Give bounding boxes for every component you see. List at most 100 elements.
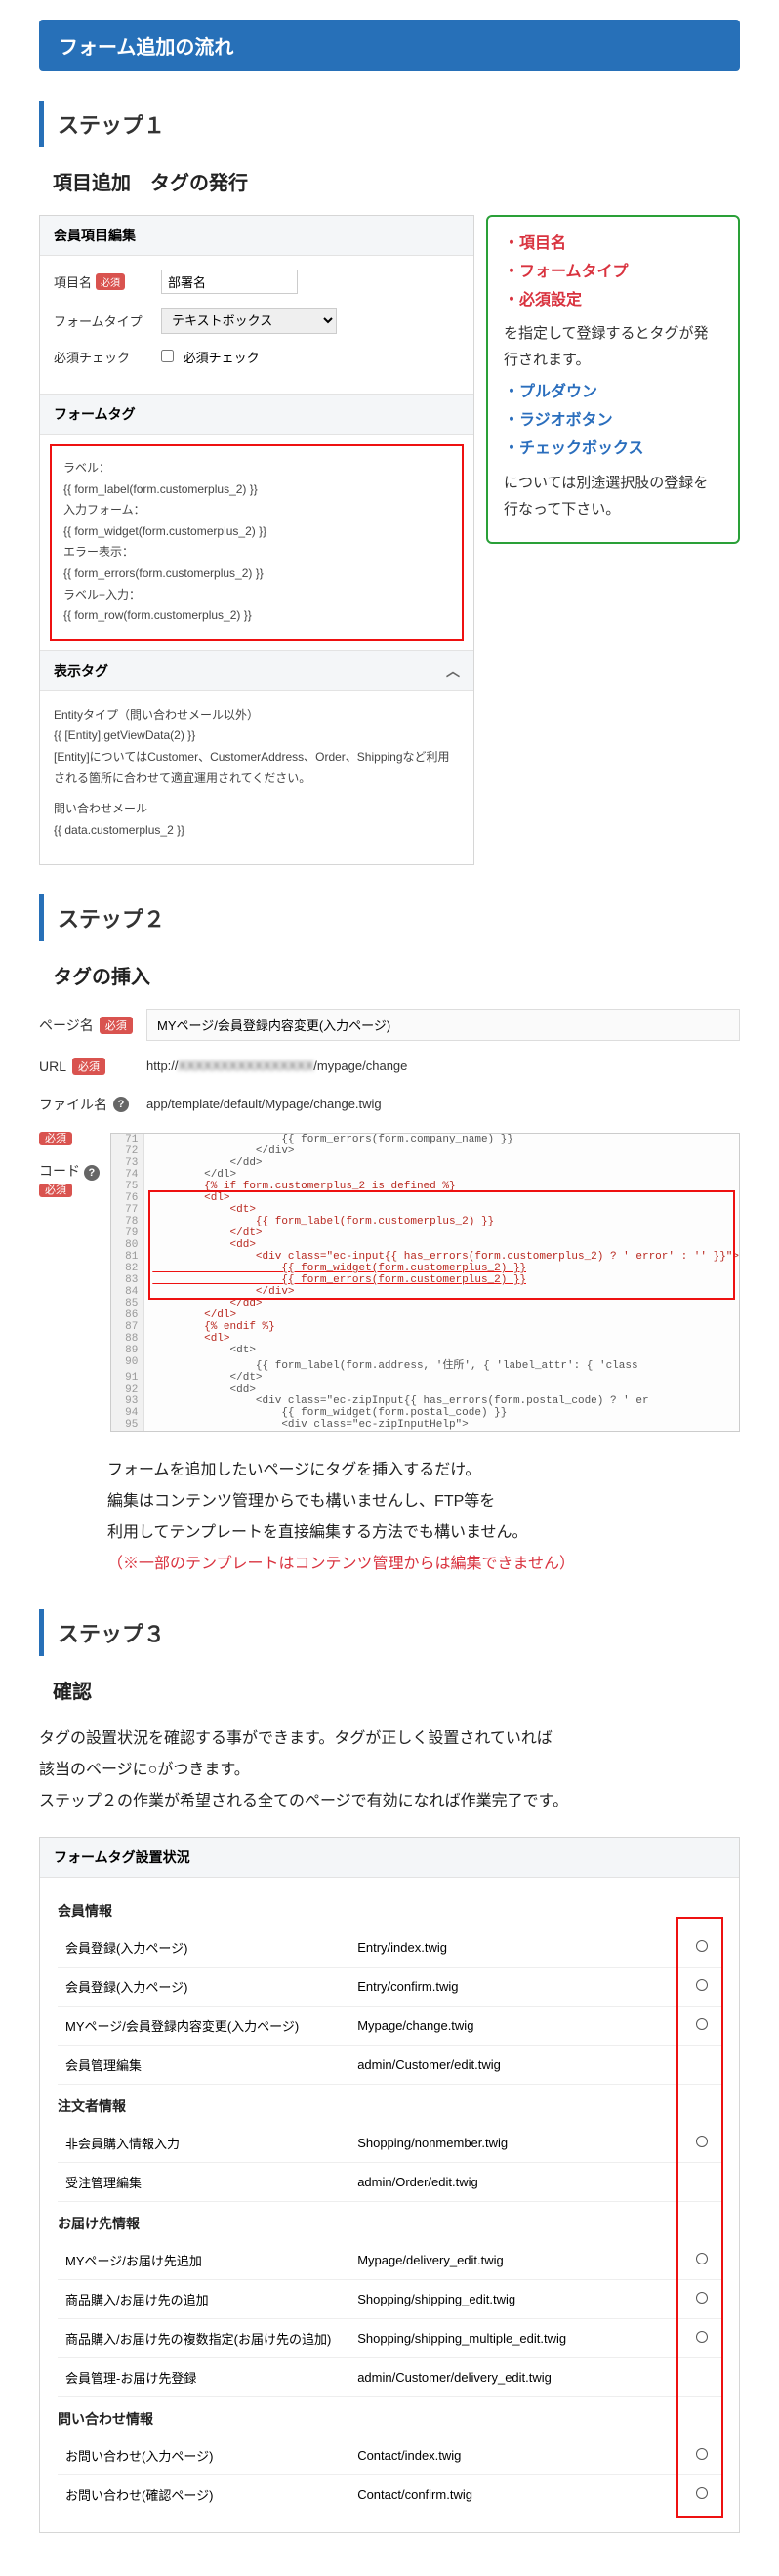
required-badge: 必須 [96, 273, 125, 290]
note-line: （※一部のテンプレートはコンテンツ管理からは編集できません） [107, 1549, 740, 1580]
group-title: 問い合わせ情報 [58, 2397, 721, 2436]
page-name-cell: 商品購入/お届け先の複数指定(お届け先の追加) [58, 2319, 349, 2358]
step1-header: ステップ１ [39, 101, 740, 147]
path-cell: Contact/confirm.twig [349, 2475, 682, 2514]
page-name-cell: 会員登録(入力ページ) [58, 1929, 349, 1968]
note-line: 編集はコンテンツ管理からでも構いませんし、FTP等を [107, 1486, 740, 1517]
instruction-item: ・必須設定 [504, 287, 722, 315]
item-name-input[interactable] [161, 270, 298, 294]
page-name-cell: 会員登録(入力ページ) [58, 1968, 349, 2007]
code-line: 入力フォーム： [63, 500, 450, 521]
path-cell: admin/Customer/edit.twig [349, 2046, 682, 2085]
code-editor[interactable]: 71 {{ form_errors(form.company_name) }}7… [110, 1133, 740, 1432]
step3-subtitle: 確認 [53, 1676, 740, 1704]
path-cell: Mypage/change.twig [349, 2007, 682, 2046]
code-line: エラー表示： [63, 542, 450, 563]
group-title: 注文者情報 [58, 2085, 721, 2124]
code-line: {{ form_row(form.customerplus_2) }} [63, 605, 450, 627]
circle-icon [696, 2331, 708, 2343]
label-page-name: ページ名 必須 [39, 1016, 146, 1035]
code-line: 93 <div class="ec-zipInput{{ has_errors(… [111, 1395, 739, 1407]
page-name-cell: 受注管理編集 [58, 2163, 349, 2202]
label-code: 必須 コード ? 必須 [39, 1129, 110, 1197]
code-line: 79 </dt> [111, 1227, 739, 1239]
page-title: フォーム追加の流れ [39, 20, 740, 71]
label-form-type: フォームタイプ [54, 312, 161, 330]
status-cell [682, 2475, 721, 2514]
desc-line: タグの設置状況を確認する事ができます。タグが正しく設置されていれば [39, 1724, 740, 1755]
chevron-up-icon: ︿ [446, 661, 460, 681]
required-checkbox[interactable] [161, 350, 174, 362]
table-row: 会員管理編集admin/Customer/edit.twig [58, 2046, 721, 2085]
page-name-cell: MYページ/お届け先追加 [58, 2241, 349, 2280]
code-line: 72 </div> [111, 1145, 739, 1157]
code-line: {{ form_errors(form.customerplus_2) }} [63, 563, 450, 585]
table-row: 商品購入/お届け先の追加Shopping/shipping_edit.twig [58, 2280, 721, 2319]
table-row: 非会員購入情報入力Shopping/nonmember.twig [58, 2124, 721, 2163]
step3-description: タグの設置状況を確認する事ができます。タグが正しく設置されていれば該当のページに… [39, 1724, 740, 1817]
code-line: ラベル+入力： [63, 585, 450, 606]
note-line: フォームを追加したいページにタグを挿入するだけ。 [107, 1455, 740, 1486]
code-line: 77 <dt> [111, 1204, 739, 1216]
help-icon[interactable]: ? [84, 1165, 100, 1181]
code-line: 73 </dd> [111, 1157, 739, 1169]
step1-subtitle: 項目追加 タグの発行 [53, 167, 740, 195]
code-line: 84 </div> [111, 1286, 739, 1298]
status-table: 会員登録(入力ページ)Entry/index.twig会員登録(入力ページ)En… [58, 1929, 721, 2085]
group-title: 会員情報 [58, 1890, 721, 1929]
code-line: 82 {{ form_widget(form.customerplus_2) }… [111, 1263, 739, 1274]
page-name-input[interactable]: MYページ/会員登録内容変更(入力ページ) [146, 1009, 740, 1041]
tag-status-panel: フォームタグ設置状況 会員情報会員登録(入力ページ)Entry/index.tw… [39, 1837, 740, 2533]
code-line: 85 </dd> [111, 1298, 739, 1309]
required-badge: 必須 [39, 1184, 72, 1197]
page-name-cell: お問い合わせ(確認ページ) [58, 2475, 349, 2514]
step2-subtitle: タグの挿入 [53, 961, 740, 989]
form-type-select[interactable]: テキストボックス [161, 308, 337, 334]
path-cell: admin/Order/edit.twig [349, 2163, 682, 2202]
required-badge: 必須 [100, 1017, 133, 1034]
step2-notes: フォームを追加したいページにタグを挿入するだけ。編集はコンテンツ管理からでも構い… [107, 1455, 740, 1580]
code-line: 87 {% endif %} [111, 1321, 739, 1333]
page-name-cell: 非会員購入情報入力 [58, 2124, 349, 2163]
code-line: 94 {{ form_widget(form.postal_code) }} [111, 1407, 739, 1419]
form-edit-panel: 会員項目編集 項目名 必須 フォームタイプ テキストボックス 必須チェック [39, 215, 474, 865]
step3-header: ステップ３ [39, 1609, 740, 1656]
circle-icon [696, 1979, 708, 1991]
code-line: 90 {{ form_label(form.address, '住所', { '… [111, 1356, 739, 1372]
status-cell [682, 2007, 721, 2046]
code-line: 91 </dt> [111, 1372, 739, 1384]
table-row: 会員管理-お届け先登録admin/Customer/delivery_edit.… [58, 2358, 721, 2397]
url-value: http://XXXXXXXXXXXXXXXX/mypage/change [146, 1053, 740, 1079]
path-cell: Shopping/shipping_edit.twig [349, 2280, 682, 2319]
instruction-item: ・プルダウン [504, 379, 722, 407]
code-line: 88 <dl> [111, 1333, 739, 1345]
status-cell [682, 2280, 721, 2319]
code-line: 71 {{ form_errors(form.company_name) }} [111, 1134, 739, 1145]
instruction-note: については別途選択肢の登録を行なって下さい。 [504, 470, 722, 522]
status-cell [682, 2436, 721, 2475]
status-cell [682, 1968, 721, 2007]
help-icon[interactable]: ? [113, 1097, 129, 1112]
path-cell: Entry/index.twig [349, 1929, 682, 1968]
panel-header: フォームタグ設置状況 [40, 1838, 739, 1878]
code-line: {{ form_widget(form.customerplus_2) }} [63, 521, 450, 543]
status-cell [682, 2046, 721, 2085]
required-checkbox-label: 必須チェック [184, 351, 260, 365]
status-table: MYページ/お届け先追加Mypage/delivery_edit.twig商品購… [58, 2241, 721, 2397]
label-file-name: ファイル名 ? [39, 1095, 146, 1114]
group-title: お届け先情報 [58, 2202, 721, 2241]
form-tag-section-header: フォームタグ [40, 394, 473, 435]
required-badge: 必須 [39, 1132, 72, 1145]
code-line: 83 {{ form_errors(form.customerplus_2) }… [111, 1274, 739, 1286]
circle-icon [696, 2253, 708, 2264]
status-table: お問い合わせ(入力ページ)Contact/index.twigお問い合わせ(確認… [58, 2436, 721, 2514]
code-line: ラベル： [63, 458, 450, 479]
instruction-note: を指定して登録するとタグが発行されます。 [504, 320, 722, 373]
display-tag-body: Entityタイプ（問い合わせメール以外） {{ [Entity].getVie… [40, 691, 473, 865]
label-required: 必須チェック [54, 348, 161, 366]
page-name-cell: 商品購入/お届け先の追加 [58, 2280, 349, 2319]
instruction-item: ・項目名 [504, 230, 722, 259]
circle-icon [696, 1940, 708, 1952]
display-tag-header[interactable]: 表示タグ ︿ [40, 650, 473, 691]
table-row: MYページ/お届け先追加Mypage/delivery_edit.twig [58, 2241, 721, 2280]
